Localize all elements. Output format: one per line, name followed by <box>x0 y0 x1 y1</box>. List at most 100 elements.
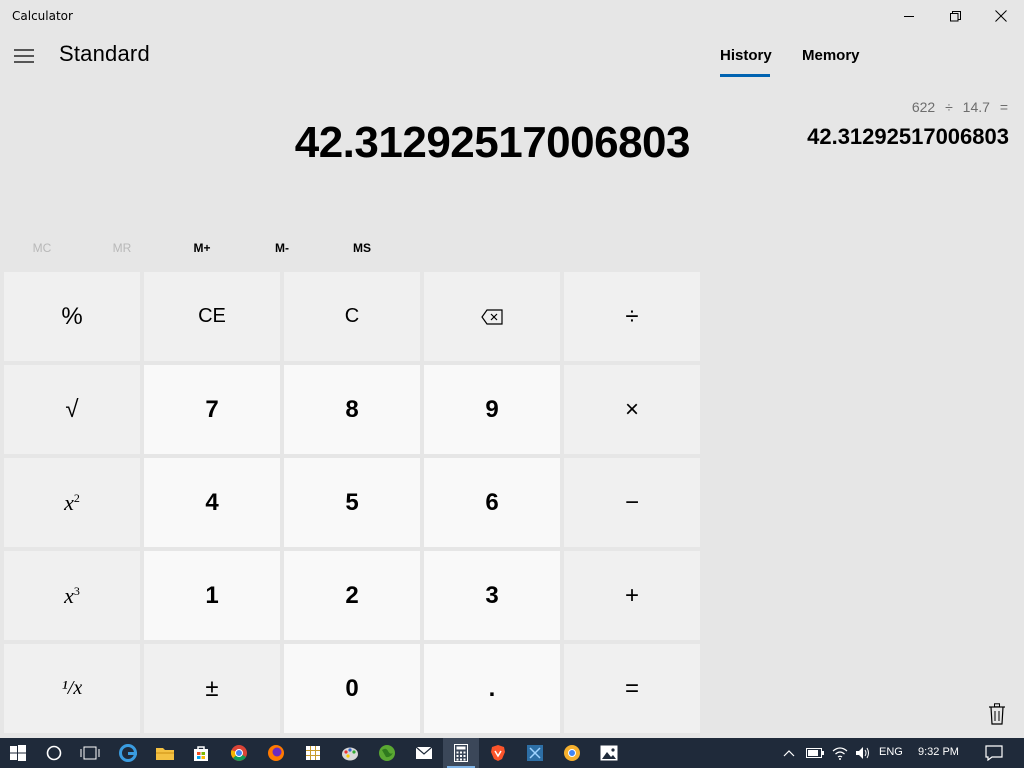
digit-4-button[interactable]: 4 <box>144 458 280 547</box>
keypad: % CE C ÷ √ 7 8 9 × x2 4 5 6 − x3 1 2 3 +… <box>4 272 700 734</box>
restore-button[interactable] <box>932 0 978 32</box>
globe-icon <box>379 745 395 761</box>
calculator-icon <box>454 744 468 762</box>
show-hidden-icons-button[interactable] <box>778 738 800 768</box>
taskbar: ENG 9:32 PM <box>0 738 1024 768</box>
taskbar-paint[interactable] <box>332 738 368 768</box>
chrome-icon <box>231 745 247 761</box>
start-button[interactable] <box>0 738 36 768</box>
battery-icon <box>806 748 824 758</box>
square-root-button[interactable]: √ <box>4 365 140 454</box>
minimize-button[interactable] <box>886 0 932 32</box>
plus-button[interactable]: + <box>564 551 700 640</box>
battery-indicator[interactable] <box>803 738 827 768</box>
digit-2-button[interactable]: 2 <box>284 551 420 640</box>
cortana-icon <box>46 745 62 761</box>
restore-icon <box>949 10 961 21</box>
minimize-icon <box>903 15 914 17</box>
input-language[interactable]: ENG <box>879 746 903 758</box>
taskbar-photos[interactable] <box>591 738 627 768</box>
photos-icon <box>600 745 618 761</box>
clear-button[interactable]: C <box>284 272 420 361</box>
cube-button[interactable]: x3 <box>4 551 140 640</box>
clear-history-button[interactable] <box>988 703 1010 727</box>
active-tab-indicator <box>720 74 770 77</box>
percent-button[interactable]: % <box>4 272 140 361</box>
taskbar-calculator[interactable] <box>443 738 479 768</box>
taskbar-spreadsheet[interactable] <box>295 738 331 768</box>
square-label: x2 <box>64 489 80 515</box>
backspace-button[interactable] <box>424 272 560 361</box>
taskbar-firefox[interactable] <box>258 738 294 768</box>
store-icon <box>194 746 208 761</box>
taskbar-chrome-canary[interactable] <box>554 738 590 768</box>
taskbar-mail[interactable] <box>406 738 442 768</box>
chrome-canary-icon <box>564 745 580 761</box>
action-center-button[interactable] <box>976 738 1012 768</box>
clock[interactable]: 9:32 PM <box>918 746 959 758</box>
chevron-up-icon <box>783 750 795 757</box>
title-bar: Calculator <box>0 0 1024 32</box>
memory-store-button[interactable]: MS <box>324 234 400 262</box>
mail-icon <box>415 746 433 759</box>
history-expression[interactable]: 622 ÷ 14.7 = <box>912 99 1008 115</box>
task-view-icon <box>80 746 100 760</box>
firefox-icon <box>268 745 284 761</box>
paint-icon <box>342 747 358 761</box>
taskbar-store[interactable] <box>183 738 219 768</box>
speaker-icon <box>856 747 869 759</box>
tab-memory[interactable]: Memory <box>802 47 860 64</box>
history-result[interactable]: 42.31292517006803 <box>807 124 1009 150</box>
hamburger-icon <box>14 49 34 63</box>
digit-7-button[interactable]: 7 <box>144 365 280 454</box>
taskbar-chrome[interactable] <box>221 738 257 768</box>
decimal-button[interactable]: . <box>424 644 560 733</box>
taskbar-file-explorer[interactable] <box>147 738 183 768</box>
reciprocal-button[interactable]: ¹/x <box>4 644 140 733</box>
close-icon <box>995 10 1007 22</box>
digit-1-button[interactable]: 1 <box>144 551 280 640</box>
digit-9-button[interactable]: 9 <box>424 365 560 454</box>
square-button[interactable]: x2 <box>4 458 140 547</box>
notification-icon <box>985 745 1003 761</box>
volume-indicator[interactable] <box>851 738 875 768</box>
app-title: Calculator <box>12 9 73 23</box>
taskbar-globe-app[interactable] <box>369 738 405 768</box>
memory-subtract-button[interactable]: M- <box>244 234 320 262</box>
memory-controls: MC MR M+ M- MS <box>4 234 404 262</box>
divide-button[interactable]: ÷ <box>564 272 700 361</box>
wifi-indicator[interactable] <box>828 738 852 768</box>
navigation-menu-button[interactable] <box>8 40 40 72</box>
trash-icon <box>989 703 1005 725</box>
digit-8-button[interactable]: 8 <box>284 365 420 454</box>
digit-3-button[interactable]: 3 <box>424 551 560 640</box>
taskbar-brave[interactable] <box>480 738 516 768</box>
memory-add-button[interactable]: M+ <box>164 234 240 262</box>
folder-icon <box>156 748 174 760</box>
memory-recall-button[interactable]: MR <box>84 234 160 262</box>
mode-title: Standard <box>59 41 150 66</box>
wifi-icon <box>832 747 848 760</box>
close-button[interactable] <box>978 0 1024 32</box>
equals-button[interactable]: = <box>564 644 700 733</box>
digit-0-button[interactable]: 0 <box>284 644 420 733</box>
digit-5-button[interactable]: 5 <box>284 458 420 547</box>
taskbar-edge[interactable] <box>110 738 146 768</box>
memory-clear-button[interactable]: MC <box>4 234 80 262</box>
minus-button[interactable]: − <box>564 458 700 547</box>
brave-icon <box>491 745 505 761</box>
edge-icon <box>119 744 137 762</box>
windows-icon <box>10 745 26 761</box>
scissors-icon <box>527 745 543 761</box>
search-button[interactable] <box>36 738 72 768</box>
tab-history[interactable]: History <box>720 47 772 64</box>
negate-button[interactable]: ± <box>144 644 280 733</box>
clear-entry-button[interactable]: CE <box>144 272 280 361</box>
cube-label: x3 <box>64 582 80 608</box>
backspace-icon <box>481 308 503 325</box>
multiply-button[interactable]: × <box>564 365 700 454</box>
digit-6-button[interactable]: 6 <box>424 458 560 547</box>
result-display: 42.31292517006803 <box>294 118 691 167</box>
taskbar-snipping-tool[interactable] <box>517 738 553 768</box>
task-view-button[interactable] <box>72 738 108 768</box>
